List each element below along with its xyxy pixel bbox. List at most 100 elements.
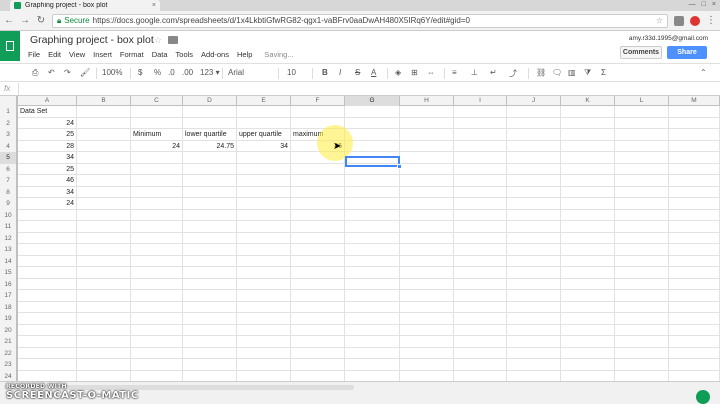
cell-j21[interactable] [507, 336, 561, 348]
star-icon[interactable]: ☆ [154, 35, 162, 46]
select-all-corner[interactable] [0, 96, 18, 106]
cell-k21[interactable] [561, 336, 615, 348]
cell-m3[interactable] [669, 129, 720, 141]
cell-d24[interactable] [183, 370, 237, 381]
cell-e1[interactable] [237, 106, 291, 118]
explore-icon[interactable] [696, 390, 710, 404]
cell-b11[interactable] [77, 221, 131, 233]
cell-m17[interactable] [669, 290, 720, 302]
column-header-c[interactable]: C [131, 96, 183, 106]
cell-j19[interactable] [507, 313, 561, 325]
cell-i4[interactable] [454, 140, 507, 152]
row-header[interactable]: 6 [0, 163, 18, 175]
cell-e15[interactable] [237, 267, 291, 279]
menu-file[interactable]: File [28, 50, 40, 59]
cell-i3[interactable] [454, 129, 507, 141]
cell-k19[interactable] [561, 313, 615, 325]
cell-j6[interactable] [507, 163, 561, 175]
cell-g11[interactable] [345, 221, 400, 233]
text-rotation-icon[interactable]: ⤴ [509, 68, 517, 79]
row-header[interactable]: 21 [0, 336, 18, 348]
percent-format-button[interactable]: % [154, 68, 161, 77]
cell-j17[interactable] [507, 290, 561, 302]
cell-f14[interactable] [291, 255, 345, 267]
cell-a24[interactable] [18, 370, 77, 381]
cell-g15[interactable] [345, 267, 400, 279]
insert-chart-icon[interactable]: ▥ [568, 68, 576, 77]
cell-h3[interactable] [400, 129, 454, 141]
column-header-k[interactable]: K [561, 96, 615, 106]
fill-handle[interactable] [397, 163, 402, 169]
folder-icon[interactable] [168, 36, 178, 44]
menu-edit[interactable]: Edit [48, 50, 61, 59]
document-title[interactable]: Graphing project - box plot [30, 34, 154, 46]
row-header[interactable]: 9 [0, 198, 18, 210]
cell-a12[interactable] [18, 232, 77, 244]
cell-d21[interactable] [183, 336, 237, 348]
cell-l7[interactable] [615, 175, 669, 187]
cell-d13[interactable] [183, 244, 237, 256]
cell-h6[interactable] [400, 163, 454, 175]
cell-g21[interactable] [345, 336, 400, 348]
cell-g14[interactable] [345, 255, 400, 267]
cell-b12[interactable] [77, 232, 131, 244]
cell-j2[interactable] [507, 117, 561, 129]
cell-e10[interactable] [237, 209, 291, 221]
maximize-icon[interactable]: □ [702, 1, 706, 8]
cell-f9[interactable] [291, 198, 345, 210]
cell-h2[interactable] [400, 117, 454, 129]
column-header-d[interactable]: D [183, 96, 237, 106]
back-icon[interactable]: ← [4, 15, 14, 26]
cell-h10[interactable] [400, 209, 454, 221]
cell-g4[interactable] [345, 140, 400, 152]
cell-k1[interactable] [561, 106, 615, 118]
cell-d19[interactable] [183, 313, 237, 325]
url-input[interactable]: 🔒︎ Secure https://docs.google.com/spread… [52, 13, 668, 28]
cell-b22[interactable] [77, 347, 131, 359]
cell-c16[interactable] [131, 278, 183, 290]
cell-h18[interactable] [400, 301, 454, 313]
cell-j23[interactable] [507, 359, 561, 371]
cell-a6[interactable]: 25 [18, 163, 77, 175]
cell-l2[interactable] [615, 117, 669, 129]
insert-comment-icon[interactable]: 🗨︎ [552, 68, 562, 77]
menu-tools[interactable]: Tools [176, 50, 194, 59]
cell-f18[interactable] [291, 301, 345, 313]
cell-i19[interactable] [454, 313, 507, 325]
cell-m24[interactable] [669, 370, 720, 381]
cell-m22[interactable] [669, 347, 720, 359]
cell-f19[interactable] [291, 313, 345, 325]
cell-b18[interactable] [77, 301, 131, 313]
cell-k24[interactable] [561, 370, 615, 381]
cell-d8[interactable] [183, 186, 237, 198]
minimize-icon[interactable]: — [689, 1, 696, 8]
cell-i23[interactable] [454, 359, 507, 371]
cell-g8[interactable] [345, 186, 400, 198]
cell-f6[interactable] [291, 163, 345, 175]
row-header[interactable]: 20 [0, 324, 18, 336]
cell-k23[interactable] [561, 359, 615, 371]
cell-j24[interactable] [507, 370, 561, 381]
insert-link-icon[interactable]: ⛓︎ [536, 68, 546, 77]
cell-h17[interactable] [400, 290, 454, 302]
font-size-select[interactable]: 10 [287, 68, 296, 77]
cell-a19[interactable] [18, 313, 77, 325]
cell-i13[interactable] [454, 244, 507, 256]
cell-l18[interactable] [615, 301, 669, 313]
row-header[interactable]: 15 [0, 267, 18, 279]
cell-f15[interactable] [291, 267, 345, 279]
cell-a17[interactable] [18, 290, 77, 302]
cell-d14[interactable] [183, 255, 237, 267]
cell-i24[interactable] [454, 370, 507, 381]
cell-b19[interactable] [77, 313, 131, 325]
spreadsheet-grid[interactable]: ABCDEFGHIJKLM 1 Data Set 2 24 3 25 Minimum lowe… [0, 96, 720, 381]
cell-b10[interactable] [77, 209, 131, 221]
cell-j1[interactable] [507, 106, 561, 118]
cell-a23[interactable] [18, 359, 77, 371]
cell-c10[interactable] [131, 209, 183, 221]
cell-l20[interactable] [615, 324, 669, 336]
row-header[interactable]: 18 [0, 301, 18, 313]
cell-e24[interactable] [237, 370, 291, 381]
cell-h7[interactable] [400, 175, 454, 187]
cell-d2[interactable] [183, 117, 237, 129]
